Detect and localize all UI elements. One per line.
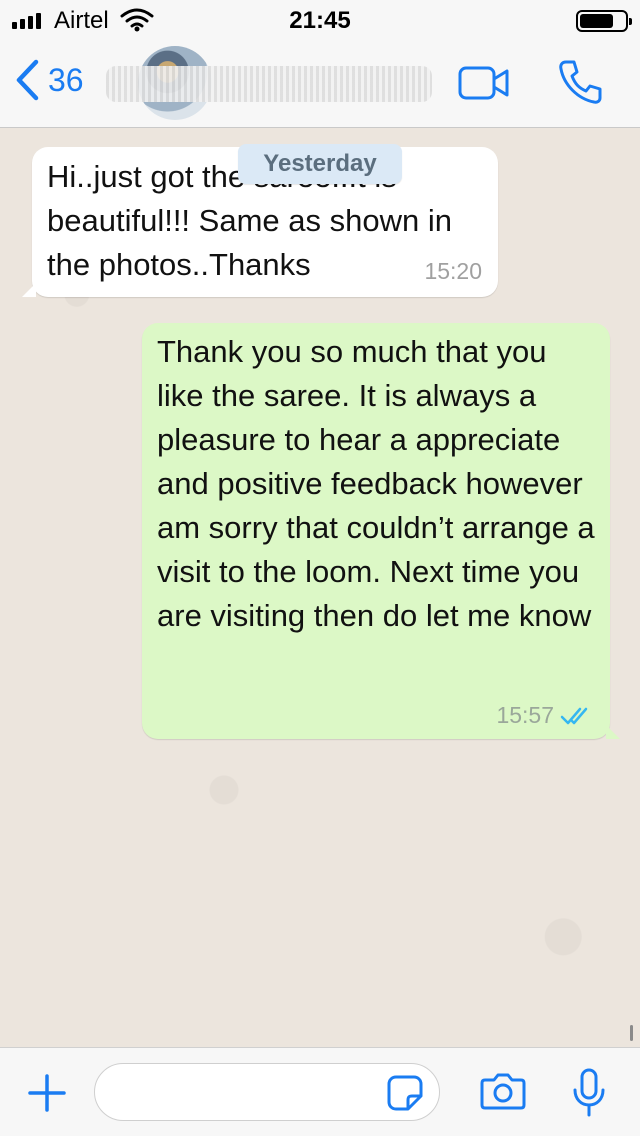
video-call-button[interactable]	[458, 66, 510, 105]
message-time: 15:20	[424, 258, 482, 284]
battery-fill	[580, 14, 613, 28]
status-time: 21:45	[289, 7, 351, 34]
message-meta: 15:57	[496, 702, 592, 729]
camera-button[interactable]	[480, 1072, 526, 1115]
date-divider: Yesterday	[238, 144, 402, 184]
unread-count: 36	[48, 61, 84, 98]
battery-icon	[576, 10, 632, 32]
double-check-icon	[560, 707, 588, 724]
attach-button[interactable]	[28, 1074, 66, 1117]
chat-header: 36	[0, 40, 640, 128]
microphone-icon	[573, 1068, 605, 1117]
back-chevron-icon	[16, 59, 39, 101]
input-bar	[0, 1047, 640, 1136]
message-bubble-outgoing[interactable]: Thank you so much that you like the sare…	[142, 323, 620, 739]
plus-icon	[28, 1074, 66, 1112]
video-call-icon	[458, 66, 509, 100]
voice-message-button[interactable]	[572, 1068, 606, 1123]
voice-call-button[interactable]	[556, 58, 604, 111]
contact-name[interactable]	[106, 66, 432, 102]
sticker-icon	[387, 1075, 423, 1111]
chat-area[interactable]: Hi..just got the saree..It is beautiful!…	[0, 129, 640, 1047]
message-time: 15:57	[496, 702, 554, 728]
status-bar: Airtel 21:45	[0, 0, 640, 40]
phone-call-icon	[559, 60, 602, 104]
message-text: Thank you so much that you like the sare…	[157, 334, 595, 633]
sticker-button[interactable]	[386, 1074, 424, 1117]
back-button[interactable]: 36	[14, 58, 84, 102]
scroll-indicator[interactable]	[630, 1025, 633, 1041]
camera-icon	[480, 1073, 526, 1110]
